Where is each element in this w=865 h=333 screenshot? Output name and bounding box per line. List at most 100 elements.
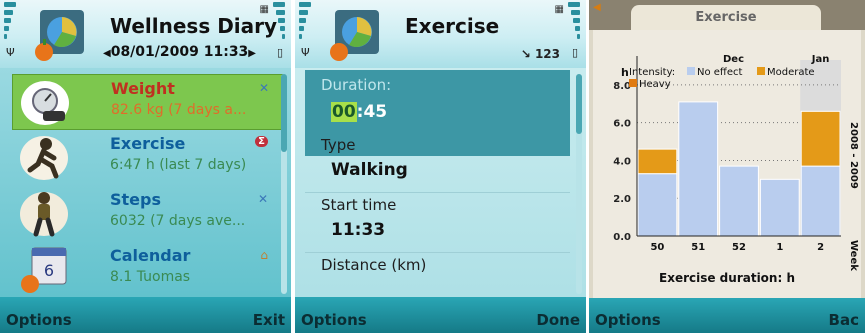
y-tick-label: 8.0 <box>613 81 631 92</box>
signal-icon <box>299 2 311 52</box>
type-select[interactable]: Walking <box>331 160 408 180</box>
done-softkey[interactable]: Done <box>536 311 580 329</box>
exercise-chart: 0.0 2.0 4.0 6.0 8.0 50 51 52 1 2 Dec Jan h Intensity:… <box>613 54 859 285</box>
wellness-diary-screen: Ψ Wellness Diary ◀08/01/2009 11:33▶ ▦ ▯ … <box>0 0 291 333</box>
divider <box>305 192 570 193</box>
item-detail: 6032 (7 days ave... <box>110 213 246 229</box>
menu-grid-icon: ▦ <box>554 4 564 15</box>
battery-icon <box>273 2 285 52</box>
duration-input[interactable]: 00:45 <box>331 102 387 122</box>
list-item-exercise[interactable]: Exercise 6:47 h (last 7 days) Σ <box>12 130 282 184</box>
start-time-label: Start time <box>321 196 397 214</box>
bar-no-effect <box>678 101 719 237</box>
type-label: Type <box>321 136 356 154</box>
chart-panel: 0.0 2.0 4.0 6.0 8.0 50 51 52 1 2 Dec Jan h Intensity:… <box>593 30 861 298</box>
svg-text:6: 6 <box>44 261 54 280</box>
exit-softkey[interactable]: Exit <box>253 311 285 329</box>
diary-app-icon <box>325 6 387 62</box>
bar-no-effect <box>800 165 841 237</box>
x-tick-label: 51 <box>691 242 705 253</box>
x-axis-label: Week <box>848 240 859 271</box>
keylock-icon: ▯ <box>571 46 578 59</box>
duration-hours[interactable]: 00 <box>331 102 357 122</box>
softkey-bar: Options Bac <box>589 298 865 333</box>
list-item-calendar[interactable]: 6 Calendar 8.1 Tuomas ⌂ <box>12 242 282 296</box>
bar-no-effect <box>637 173 678 237</box>
scrollbar[interactable] <box>281 74 287 294</box>
options-softkey[interactable]: Options <box>301 311 367 329</box>
y-tick-label: 2.0 <box>613 194 631 205</box>
keylock-icon: ▯ <box>276 46 283 59</box>
y-tick-label: 6.0 <box>613 119 631 130</box>
list-item-steps[interactable]: Steps 6032 (7 days ave... ✕ <box>12 186 282 240</box>
legend-label: Heavy <box>639 79 671 90</box>
duration-label: Duration: <box>321 76 392 94</box>
runner-icon <box>18 132 70 182</box>
month-label: Jan <box>811 54 830 65</box>
legend-label: Moderate <box>767 67 815 78</box>
item-name: Weight <box>111 79 175 98</box>
prev-date-icon[interactable]: ◀ <box>103 48 111 59</box>
bar-no-effect <box>719 165 759 237</box>
options-softkey[interactable]: Options <box>6 311 72 329</box>
start-time-input[interactable]: 11:33 <box>331 220 385 240</box>
x-tick-label: 50 <box>650 242 664 253</box>
y-axis-label: h <box>621 66 629 79</box>
softkey-bar: Options Done <box>295 297 586 333</box>
scale-icon <box>19 77 71 127</box>
x-tick-label: 2 <box>817 242 824 253</box>
signal-icon <box>4 2 16 52</box>
back-softkey[interactable]: Bac <box>829 311 859 329</box>
pen-icon: ↘ <box>520 47 531 61</box>
y-tick-label: 0.0 <box>613 232 631 243</box>
bar-no-effect <box>759 178 800 237</box>
header: Ψ Wellness Diary ◀08/01/2009 11:33▶ ▦ ▯ <box>0 0 291 68</box>
bar-moderate <box>637 148 678 175</box>
sync-icon: ✕ <box>258 81 269 95</box>
duration-minutes[interactable]: :45 <box>357 102 387 122</box>
menu-grid-icon: ▦ <box>259 4 269 15</box>
input-mode-text: 123 <box>534 47 560 61</box>
screen-title: Exercise <box>405 14 500 38</box>
sync-icon: ✕ <box>257 192 268 206</box>
item-name: Steps <box>110 190 161 209</box>
calendar-icon: 6 <box>18 244 70 294</box>
month-label: Dec <box>723 54 744 65</box>
battery-icon <box>568 2 580 52</box>
header: Ψ Exercise ↘ 123 ▦ ▯ <box>295 0 586 68</box>
antenna-icon: Ψ <box>301 46 310 59</box>
list-item-weight[interactable]: Weight 82.6 kg (7 days a... ✕ <box>12 74 284 130</box>
back-arrow-icon[interactable]: ◀ <box>593 2 601 13</box>
next-date-icon[interactable]: ▶ <box>248 48 256 59</box>
item-detail: 8.1 Tuomas <box>110 269 191 285</box>
scrollbar[interactable] <box>576 74 582 294</box>
date-time-label: 08/01/2009 11:33 <box>110 44 249 60</box>
input-mode-indicator: ↘ 123 <box>521 47 560 61</box>
antenna-icon: Ψ <box>6 46 15 59</box>
chart-title: Exercise duration: h <box>659 271 795 285</box>
item-name: Exercise <box>110 134 186 153</box>
date-navigator[interactable]: ◀08/01/2009 11:33▶ <box>103 44 256 60</box>
item-name: Calendar <box>110 246 191 265</box>
tab-bar: ◀ Exercise <box>589 0 865 31</box>
legend-label: No effect <box>697 67 742 78</box>
exercise-form: Duration: 00:45 Type Walking Start time … <box>295 68 586 297</box>
item-detail: 6:47 h (last 7 days) <box>110 157 247 173</box>
sigma-icon: Σ <box>255 136 268 147</box>
exercise-entry-screen: Ψ Exercise ↘ 123 ▦ ▯ Duration: 00:45 Typ… <box>295 0 586 333</box>
walker-icon <box>18 188 70 238</box>
legend-swatch <box>757 67 765 75</box>
distance-label: Distance (km) <box>321 256 427 274</box>
legend-title: Intensity: <box>629 67 675 78</box>
y-tick-label: 4.0 <box>613 156 631 167</box>
options-softkey[interactable]: Options <box>595 311 661 329</box>
divider <box>305 252 570 253</box>
item-detail: 82.6 kg (7 days a... <box>111 102 247 118</box>
x-tick-label: 52 <box>732 242 746 253</box>
diary-app-icon <box>30 6 92 62</box>
legend-swatch <box>629 79 637 87</box>
tab-exercise[interactable]: Exercise <box>631 5 821 31</box>
x-tick-label: 1 <box>776 242 783 253</box>
softkey-bar: Options Exit <box>0 297 291 333</box>
home-icon: ⌂ <box>260 248 268 262</box>
